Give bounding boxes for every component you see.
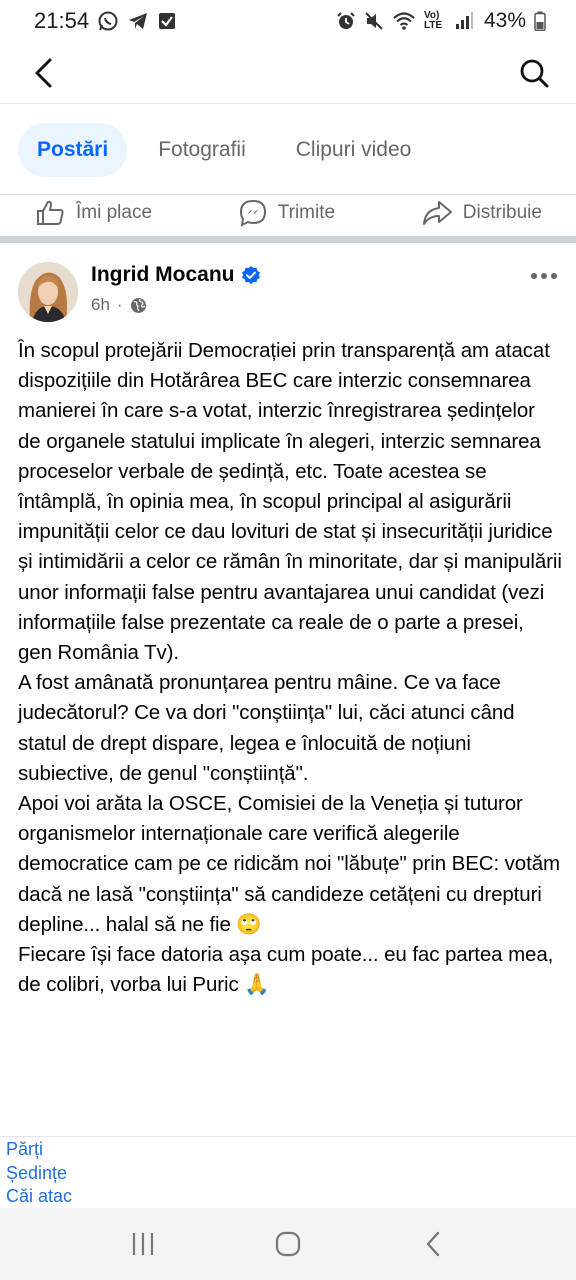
share-button[interactable]: Distribuie — [421, 200, 542, 226]
system-back-button[interactable] — [403, 1214, 463, 1274]
system-navigation-bar — [0, 1208, 576, 1280]
more-dot — [531, 273, 537, 279]
system-back-icon — [427, 1231, 440, 1257]
telegram-icon — [129, 13, 148, 29]
recent-apps-button[interactable] — [113, 1214, 173, 1274]
previous-post-actions: Îmi place Trimite Distribuie — [0, 190, 576, 236]
link-parti[interactable]: Părți — [6, 1138, 72, 1162]
back-button[interactable] — [22, 51, 66, 95]
footer-divider — [0, 1136, 576, 1137]
top-navigation — [0, 42, 576, 104]
battery-icon — [534, 11, 546, 31]
more-dot — [541, 273, 547, 279]
post-header: Ingrid Mocanu 6h · — [0, 258, 576, 324]
thumbs-up-icon — [37, 200, 64, 225]
post-paragraph: Apoi voi arăta la OSCE, Comisiei de la V… — [18, 792, 560, 936]
status-time: 21:54 — [34, 8, 90, 33]
home-button[interactable] — [258, 1214, 318, 1274]
more-dot — [551, 273, 557, 279]
post-time[interactable]: 6h — [91, 295, 110, 315]
tab-photos[interactable]: Fotografii — [139, 123, 265, 177]
send-button[interactable]: Trimite — [238, 199, 335, 227]
share-arrow-icon — [422, 201, 452, 225]
back-arrow-icon — [35, 58, 52, 87]
author-name[interactable]: Ingrid Mocanu — [91, 263, 235, 287]
tab-videos[interactable]: Clipuri video — [277, 123, 431, 177]
profile-tabs: Postări Fotografii Clipuri video — [0, 105, 576, 195]
link-sedinte[interactable]: Ședințe — [6, 1162, 72, 1186]
search-button[interactable] — [512, 51, 556, 95]
whatsapp-icon — [98, 11, 118, 31]
meta-separator: · — [116, 295, 123, 314]
share-label: Distribuie — [462, 202, 542, 223]
post-paragraph: În scopul protejării Democrației prin tr… — [18, 339, 562, 665]
checkbox-notification-icon — [159, 13, 176, 29]
mute-icon — [365, 12, 383, 30]
network-type: Vo) LTE — [423, 10, 443, 31]
search-icon — [520, 59, 549, 87]
battery-percentage: 43% — [483, 9, 526, 32]
messenger-send-icon — [239, 199, 266, 227]
home-icon — [275, 1231, 301, 1257]
post-text: În scopul protejării Democrației prin tr… — [18, 336, 563, 1000]
post-meta: 6h · — [91, 295, 147, 315]
globe-icon — [130, 297, 146, 313]
more-options-button[interactable] — [526, 262, 562, 290]
wifi-icon — [393, 12, 415, 30]
alarm-icon — [337, 12, 355, 29]
recent-apps-icon — [132, 1233, 153, 1255]
author-name-row[interactable]: Ingrid Mocanu — [91, 263, 261, 287]
profile-photo — [18, 262, 78, 322]
send-label: Trimite — [277, 202, 336, 223]
feed-separator — [0, 236, 576, 243]
tab-posts[interactable]: Postări — [18, 122, 128, 177]
like-label: Îmi place — [76, 202, 153, 223]
signal-icon — [455, 12, 473, 29]
post-paragraph: Fiecare își face datoria așa cum poate..… — [18, 943, 554, 997]
post-paragraph: A fost amânată pronunțarea pentru mâine.… — [18, 671, 515, 785]
like-button[interactable]: Îmi place — [36, 200, 152, 226]
avatar[interactable] — [18, 262, 78, 322]
verified-badge-icon — [241, 266, 260, 284]
status-bar: 21:54 Vo) LTE 43% — [0, 0, 576, 42]
link-cai-atac[interactable]: Căi atac — [6, 1185, 72, 1209]
footer-links: Părți Ședințe Căi atac — [6, 1138, 72, 1209]
